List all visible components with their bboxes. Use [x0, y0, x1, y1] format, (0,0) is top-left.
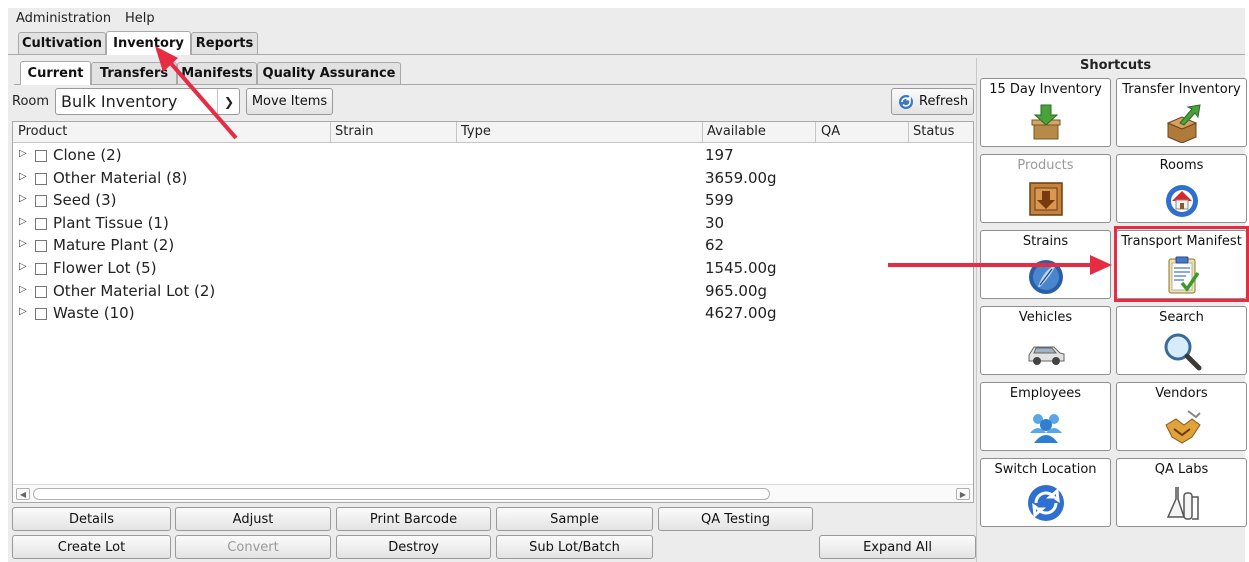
annotation-arrow-transport	[888, 255, 1112, 275]
annotation-arrow-transport-head	[1090, 255, 1112, 275]
annotation-arrow-inventory-line	[166, 58, 238, 140]
annotation-arrow-inventory	[155, 46, 238, 140]
annotation-arrows	[155, 46, 1112, 275]
